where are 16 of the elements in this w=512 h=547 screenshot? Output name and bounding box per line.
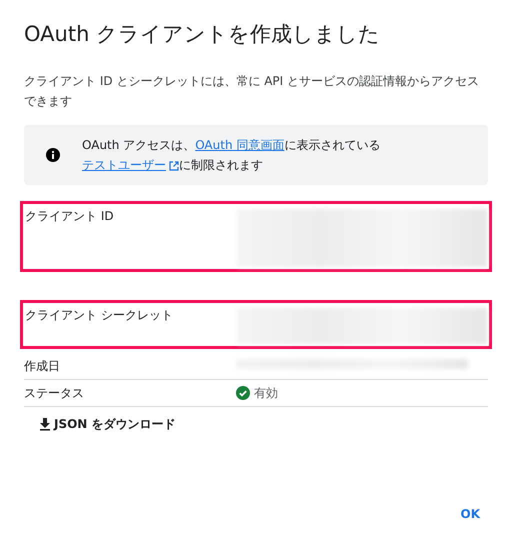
link[interactable]: OAuth 同意画面 xyxy=(195,138,284,152)
field-label: 作成日 xyxy=(24,358,61,376)
info-icon xyxy=(46,148,60,162)
status-value: 有効 xyxy=(254,385,278,402)
dialog-title: OAuth クライアントを作成しました xyxy=(24,22,382,48)
external-link-icon xyxy=(169,160,179,171)
check-circle-icon xyxy=(236,386,250,400)
notice-text: OAuth アクセスは、OAuth 同意画面に表示されている テストユーザー に制限されます xyxy=(82,137,382,174)
download-icon xyxy=(38,417,52,432)
description-text: クライアント ID とシークレットには、常に API とサービスの認証情報からアクセスできます xyxy=(24,73,480,110)
external-link[interactable]: テストユーザー xyxy=(82,158,179,172)
download-button[interactable]: JSON をダウンロード xyxy=(24,411,190,438)
field-label: クライアント シークレット xyxy=(25,307,174,324)
field-label: クライアント ID xyxy=(25,208,115,226)
field-label: ステータス xyxy=(24,385,85,402)
ok-button[interactable]: OK xyxy=(452,499,488,529)
